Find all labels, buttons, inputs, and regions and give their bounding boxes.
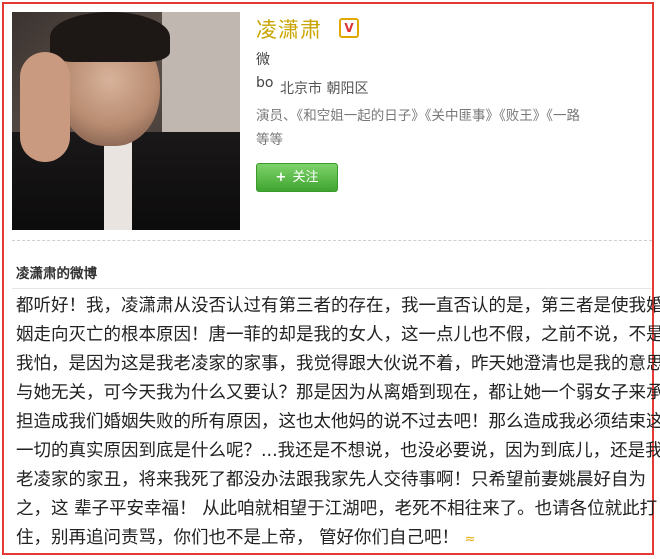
section-title: 凌潇肃的微博 — [16, 266, 97, 282]
post-line: 一切的真实原因到底是什么呢？...我还是不想说，也没必要说，因为到底儿，还是我 — [16, 441, 660, 461]
profile-name[interactable]: 凌潇肃 — [256, 14, 322, 44]
post-body: 都听好！我，凌潇肃从没否认过有第三者的存在，我一直否认的是，第三者是使我婚 姻走… — [16, 292, 660, 554]
profile-avatar[interactable] — [12, 12, 240, 230]
plus-icon: + — [275, 170, 287, 185]
post-line-last: 住，别再追问责骂，你们也不是上帝， 管好你们自己吧！ ≈ — [16, 524, 644, 554]
follow-label: 关注 — [292, 170, 319, 185]
expand-icon[interactable]: ≈ — [465, 532, 476, 547]
post-line: 住，别再追问责骂，你们也不是上帝， 管好你们自己吧！ — [16, 528, 460, 548]
weibo-card-frame: 凌潇肃 V 微 bo 北京市 朝阳区 演员、《和空姐一起的日子》《关中匪事》《败… — [2, 2, 660, 555]
divider — [12, 240, 652, 241]
post-line: 与她无关，可今天我为什么又要认？那是因为从离婚到现在，都让她一个弱女子来承 — [16, 383, 660, 403]
location-icon: bo — [256, 75, 274, 91]
post-line: 担造成我们婚姻失败的所有原因，这也太他妈的说不过去吧！那么造成我必须结束这 — [16, 412, 660, 432]
avatar-background — [162, 12, 240, 152]
post-line: 老凌家的家丑，将来我死了都没办法跟我家先人交待事啊！只希望前妻姚晨好自为 — [16, 470, 646, 490]
profile-location: 北京市 朝阳区 — [280, 81, 369, 97]
avatar-collar — [104, 140, 132, 230]
weibo-label: 微 — [256, 52, 270, 68]
post-line: 姻走向灭亡的根本原因！唐一菲的却是我的女人，这一点儿也不假，之前不说，不是 — [16, 325, 660, 345]
post-line: 我怕，是因为这是我老凌家的家事，我觉得跟大伙说不着，昨天她澄清也是我的意思 — [16, 354, 660, 374]
divider — [12, 288, 652, 289]
avatar-hair — [50, 12, 170, 62]
post-line: 之，这 辈子平安幸福！ 从此咱就相望于江湖吧，老死不相往来了。也请各位就此打 — [16, 499, 658, 519]
post-line: 都听好！我，凌潇肃从没否认过有第三者的存在，我一直否认的是，第三者是使我婚 — [16, 296, 660, 316]
verified-icon: V — [339, 18, 359, 38]
follow-button[interactable]: + 关注 — [256, 163, 338, 192]
profile-description: 演员、《和空姐一起的日子》《关中匪事》《败王》《一路 — [256, 108, 580, 124]
avatar-hand — [20, 52, 70, 162]
profile-description-more: 等等 — [256, 132, 283, 148]
